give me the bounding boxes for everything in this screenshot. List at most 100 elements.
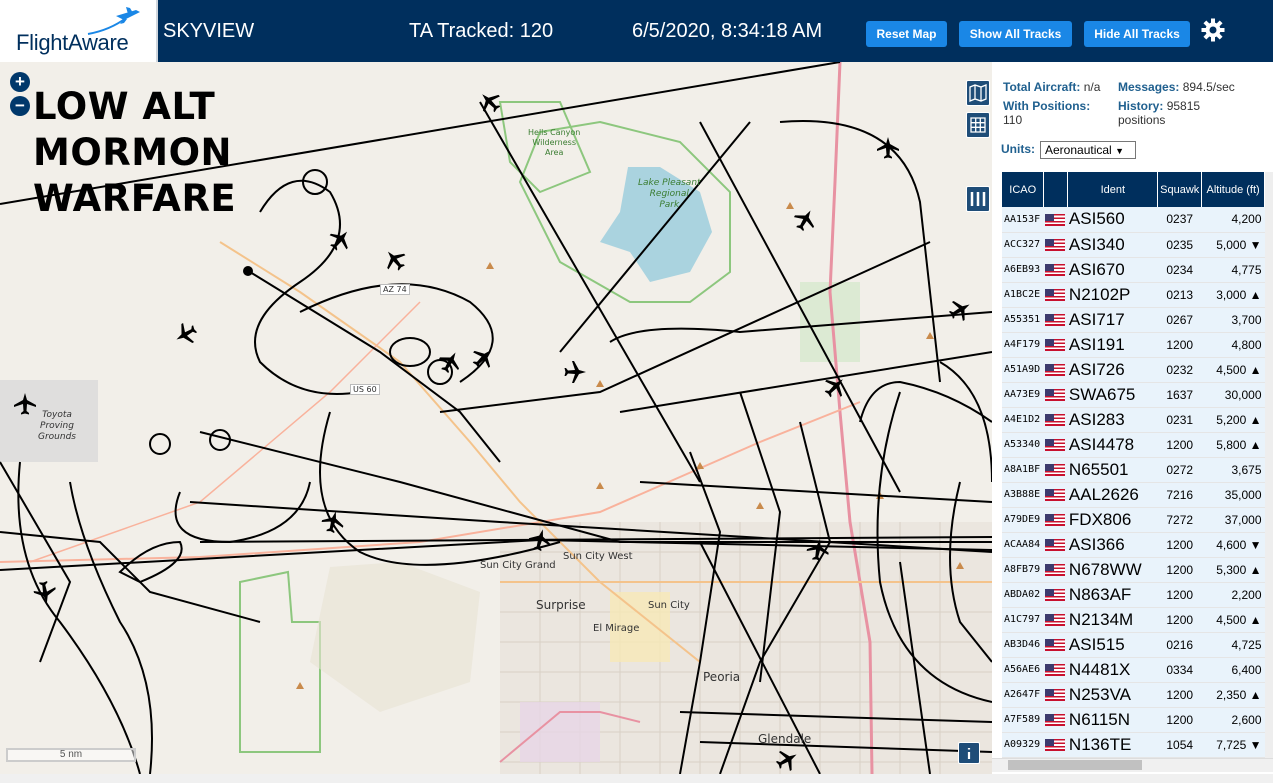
table-row[interactable]: A4E1D2 ASI283 0231 5,200 ▲: [1002, 407, 1265, 433]
aircraft-icon[interactable]: [790, 204, 821, 235]
table-row[interactable]: A53340 ASI4478 1200 5,800 ▲: [1002, 432, 1265, 458]
aircraft-icon[interactable]: [877, 137, 899, 159]
table-row[interactable]: A2647F N253VA 1200 2,350 ▲: [1002, 682, 1265, 708]
table-row[interactable]: A3B88E AAL2626 7216 35,000: [1002, 482, 1265, 508]
table-row[interactable]: A55351 ASI717 0267 3,700: [1002, 307, 1265, 333]
table-row[interactable]: A56AE6 N4481X 0334 6,400: [1002, 657, 1265, 683]
columns-icon[interactable]: [966, 186, 990, 212]
table-row[interactable]: A8A1BF N65501 0272 3,675: [1002, 457, 1265, 483]
table-row[interactable]: A09329 N136TE 1054 7,725 ▼: [1002, 732, 1265, 758]
ident-cell: ASI717: [1067, 307, 1158, 333]
history-stat: History: 95815 positions: [1118, 99, 1201, 127]
aircraft-icon[interactable]: [319, 508, 347, 535]
icao-cell: A4F179: [1002, 332, 1044, 358]
altitude-cell: 3,675: [1201, 457, 1265, 483]
table-row[interactable]: ABDA02 N863AF 1200 2,200: [1002, 582, 1265, 608]
column-altitude[interactable]: Altitude (ft): [1201, 172, 1265, 207]
squawk-cell: 0334: [1157, 657, 1202, 683]
bottom-bar: [0, 774, 1273, 783]
us-flag-icon: [1044, 364, 1065, 377]
flag-cell: [1043, 382, 1068, 408]
surprise-label: Surprise: [536, 598, 586, 612]
aircraft-icon[interactable]: [32, 579, 58, 605]
us-flag-icon: [1044, 589, 1065, 602]
squawk-cell: 0235: [1157, 232, 1202, 258]
messages-stat: Messages: 894.5/sec: [1118, 80, 1235, 94]
table-row[interactable]: A79DE9 FDX806 7272 37,000: [1002, 507, 1265, 533]
aircraft-icon[interactable]: [379, 244, 411, 276]
column-ident[interactable]: Ident: [1067, 172, 1159, 207]
aircraft-icon[interactable]: [474, 86, 506, 118]
aircraft-icon[interactable]: [14, 393, 36, 415]
altitude-cell: 30,000: [1201, 382, 1265, 408]
map-canvas[interactable]: Hells Canyon Wilderness Area Lake Pleasant…: [0, 62, 992, 774]
units-label: Units:: [1001, 142, 1035, 156]
zoom-out-button[interactable]: −: [10, 96, 30, 116]
icao-cell: A8A1BF: [1002, 457, 1044, 483]
column-flag[interactable]: [1043, 172, 1069, 207]
squawk-cell: 0267: [1157, 307, 1202, 333]
total-aircraft-stat: Total Aircraft: n/a: [1003, 80, 1101, 94]
table-row[interactable]: ACC327 ASI340 0235 5,000 ▼: [1002, 232, 1265, 258]
table-row[interactable]: A1BC2E N2102P 0213 3,000 ▲: [1002, 282, 1265, 308]
table-row[interactable]: A8FB79 N678WW 1200 5,300 ▲: [1002, 557, 1265, 583]
icao-cell: AB3D46: [1002, 632, 1044, 658]
column-squawk[interactable]: Squawk: [1157, 172, 1203, 207]
altitude-cell: 3,000 ▲: [1201, 282, 1265, 308]
table-row[interactable]: AB3D46 ASI515 0216 4,725: [1002, 632, 1265, 658]
aircraft-icon[interactable]: [819, 371, 851, 403]
logo[interactable]: FlightAware: [0, 0, 158, 62]
gear-icon[interactable]: [1200, 17, 1226, 43]
icao-cell: A3B88E: [1002, 482, 1044, 508]
column-icao[interactable]: ICAO: [1002, 172, 1045, 207]
table-row[interactable]: A4F179 ASI191 1200 4,800: [1002, 332, 1265, 358]
map-layers-icon[interactable]: [966, 80, 990, 106]
glendale-label: Glendale: [758, 732, 812, 746]
table-row[interactable]: ACAA84 ASI366 1200 4,600 ▼: [1002, 532, 1265, 558]
show-all-tracks-button[interactable]: Show All Tracks: [959, 21, 1072, 47]
altitude-cell: 2,200: [1201, 582, 1265, 608]
aircraft-icon[interactable]: [526, 526, 554, 553]
table-row[interactable]: AA153F ASI560 0237 4,200: [1002, 207, 1265, 233]
us-flag-icon: [1044, 614, 1065, 627]
logo-text: FlightAware: [16, 30, 129, 55]
squawk-cell: 0234: [1157, 257, 1202, 283]
aircraft-icon[interactable]: [945, 294, 976, 325]
units-select[interactable]: Aeronautical ▼: [1040, 141, 1136, 159]
aircraft-icon[interactable]: [564, 361, 587, 383]
table-row[interactable]: A51A9D ASI726 0232 4,500 ▲: [1002, 357, 1265, 383]
icao-cell: A4E1D2: [1002, 407, 1044, 433]
flag-cell: [1043, 632, 1068, 658]
table-row[interactable]: A1C797 N2134M 1200 4,500 ▲: [1002, 607, 1265, 633]
aircraft-icon[interactable]: [805, 537, 831, 563]
icao-cell: A8FB79: [1002, 557, 1044, 583]
aircraft-icon[interactable]: [170, 319, 201, 350]
icao-cell: A79DE9: [1002, 507, 1044, 533]
aircraft-table: ICAO Ident Squawk Altitude (ft) AA153F AS…: [1002, 172, 1265, 758]
reset-map-button[interactable]: Reset Map: [866, 21, 947, 47]
table-row[interactable]: A7F589 N6115N 1200 2,600: [1002, 707, 1265, 733]
flag-cell: [1043, 407, 1068, 433]
panel-scrollbar[interactable]: [1265, 172, 1273, 772]
icao-cell: A53340: [1002, 432, 1044, 458]
flag-cell: [1043, 432, 1068, 458]
horizontal-scroll-thumb[interactable]: [1008, 760, 1142, 770]
table-row[interactable]: AA73E9 SWA675 1637 30,000: [1002, 382, 1265, 408]
zoom-in-button[interactable]: +: [10, 72, 30, 92]
aircraft-icon[interactable]: [467, 342, 499, 374]
aircraft-icon[interactable]: [772, 744, 803, 774]
table-row[interactable]: A6EB93 ASI670 0234 4,775: [1002, 257, 1265, 283]
us-flag-icon: [1044, 239, 1065, 252]
ident-cell: N678WW: [1067, 557, 1158, 583]
peoria-label: Peoria: [703, 670, 741, 684]
route-74-label: AZ 74: [380, 284, 410, 295]
altitude-cell: 4,775: [1201, 257, 1265, 283]
hide-all-tracks-button[interactable]: Hide All Tracks: [1084, 21, 1190, 47]
us-flag-icon: [1044, 339, 1065, 352]
grid-icon[interactable]: [966, 112, 990, 138]
scale-bar: 5 nm: [6, 748, 136, 762]
aircraft-icon[interactable]: [435, 346, 466, 377]
info-icon[interactable]: [958, 742, 980, 764]
table-header: ICAO Ident Squawk Altitude (ft): [1002, 172, 1265, 207]
aircraft-icon[interactable]: [324, 224, 356, 256]
